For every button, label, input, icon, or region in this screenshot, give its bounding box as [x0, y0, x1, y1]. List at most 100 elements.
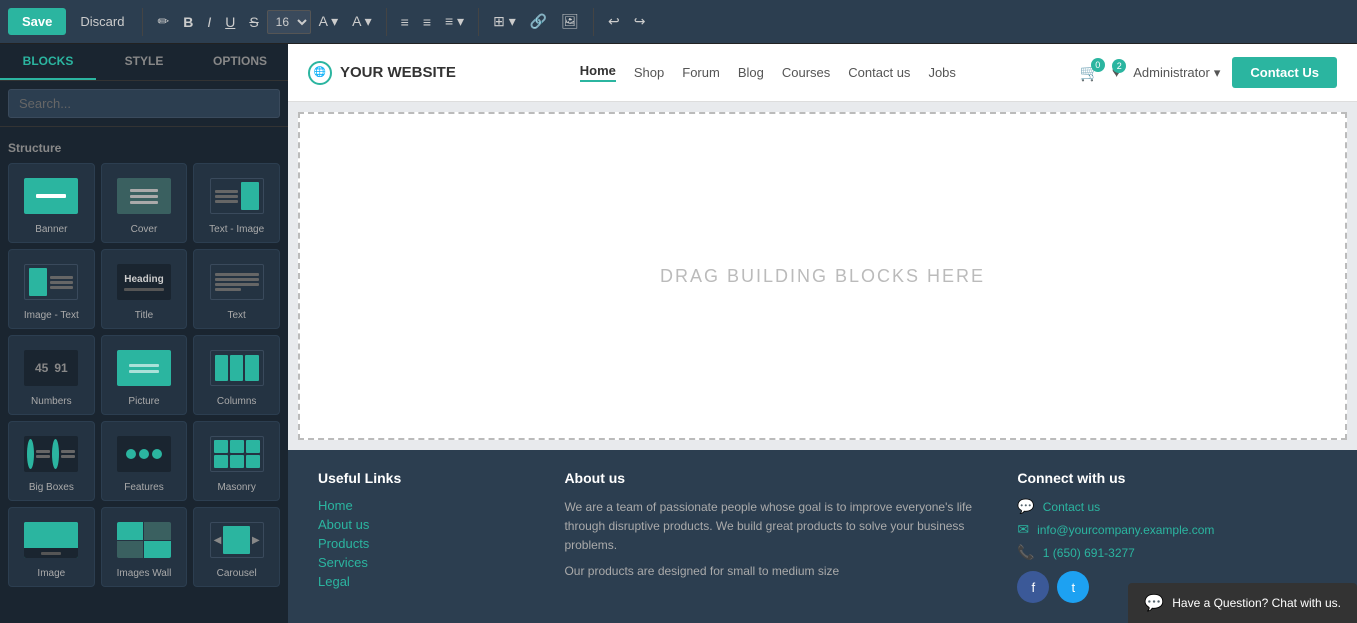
phone-icon: 📞: [1017, 544, 1034, 561]
tab-options[interactable]: OPTIONS: [192, 44, 288, 80]
text-color-btn[interactable]: A ▾: [346, 9, 377, 34]
block-carousel[interactable]: ◀ ▶ Carousel: [193, 507, 280, 587]
bb1: [27, 439, 34, 469]
block-label-masonry: Masonry: [217, 482, 255, 494]
nav-blog[interactable]: Blog: [738, 65, 764, 80]
discard-button[interactable]: Discard: [70, 8, 134, 35]
save-button[interactable]: Save: [8, 8, 66, 35]
chat-widget[interactable]: 💬 Have a Question? Chat with us.: [1128, 583, 1357, 623]
mc4: [214, 455, 228, 468]
sidebar-tabs: BLOCKS STYLE OPTIONS: [0, 44, 288, 81]
block-features[interactable]: Features: [101, 421, 188, 501]
toolbar-divider: [142, 8, 143, 36]
undo-btn[interactable]: ↩: [602, 9, 626, 34]
block-label-features: Features: [124, 482, 163, 494]
tl1: [215, 273, 259, 276]
block-text-image[interactable]: Text - Image: [193, 163, 280, 243]
text-align-btn[interactable]: ≡ ▾: [439, 9, 470, 34]
format-italic-button[interactable]: I: [201, 10, 217, 34]
block-image-text[interactable]: Image - Text: [8, 249, 95, 329]
font-size-select[interactable]: 16: [267, 10, 311, 34]
redo-btn[interactable]: ↪: [628, 9, 652, 34]
block-numbers[interactable]: 45 91 Numbers: [8, 335, 95, 415]
connect-contact-label[interactable]: Contact us: [1043, 500, 1100, 514]
nav-jobs[interactable]: Jobs: [928, 65, 955, 80]
cover-preview-shape: [117, 178, 171, 214]
block-label-numbers: Numbers: [31, 396, 72, 408]
iwc1: [117, 522, 144, 540]
table-btn[interactable]: ⊞ ▾: [487, 9, 522, 34]
drop-zone: DRAG BUILDING BLOCKS HERE: [298, 112, 1347, 440]
twitter-button[interactable]: t: [1057, 571, 1089, 603]
carousel-center: [223, 526, 250, 554]
block-banner[interactable]: Banner: [8, 163, 95, 243]
ordered-list-btn[interactable]: ≡: [417, 10, 437, 34]
nav-forum[interactable]: Forum: [682, 65, 720, 80]
facebook-button[interactable]: f: [1017, 571, 1049, 603]
mc6: [246, 455, 260, 468]
block-images-wall[interactable]: Images Wall: [101, 507, 188, 587]
header-right: 🛒 0 ♥ 2 Administrator ▾ Contact Us: [1080, 57, 1337, 88]
fd2: [139, 449, 149, 459]
block-cover[interactable]: Cover: [101, 163, 188, 243]
font-family-btn[interactable]: A ▾: [313, 9, 344, 34]
drop-zone-text: DRAG BUILDING BLOCKS HERE: [660, 266, 985, 287]
link-btn[interactable]: 🔗: [524, 9, 553, 34]
footer-link-products[interactable]: Products: [318, 536, 524, 551]
block-preview-masonry: [198, 430, 275, 478]
nav-home[interactable]: Home: [580, 63, 616, 82]
bbl2: [36, 455, 50, 458]
table-group: ⊞ ▾ 🔗 🖼: [487, 9, 585, 34]
block-preview-image: [13, 516, 90, 564]
block-columns[interactable]: Columns: [193, 335, 280, 415]
block-preview-big-boxes: [13, 430, 90, 478]
image-btn[interactable]: 🖼: [555, 9, 585, 34]
format-underline-button[interactable]: U: [219, 10, 241, 34]
connect-phone: 📞 1 (650) 691-3277: [1017, 544, 1327, 561]
block-masonry[interactable]: Masonry: [193, 421, 280, 501]
block-picture[interactable]: Picture: [101, 335, 188, 415]
block-text[interactable]: Text: [193, 249, 280, 329]
block-label-text: Text: [227, 310, 245, 322]
unordered-list-btn[interactable]: ≡: [395, 10, 415, 34]
block-preview-numbers: 45 91: [13, 344, 90, 392]
block-big-boxes[interactable]: Big Boxes: [8, 421, 95, 501]
text-image-imgbox: [241, 182, 259, 210]
pl1: [129, 364, 159, 367]
footer-link-home[interactable]: Home: [318, 498, 524, 513]
carousel-left-arrow: ◀: [214, 535, 222, 546]
nav-contact-us[interactable]: Contact us: [848, 65, 910, 80]
block-image[interactable]: Image: [8, 507, 95, 587]
connect-contact-us: 💬 Contact us: [1017, 498, 1327, 515]
format-pen-icon[interactable]: ✏: [151, 9, 175, 34]
block-title[interactable]: Heading Title: [101, 249, 188, 329]
format-strikethrough-button[interactable]: S: [243, 10, 264, 34]
cart-button[interactable]: 🛒 0: [1080, 63, 1100, 83]
col1: [215, 355, 228, 381]
connect-phone-label: 1 (650) 691-3277: [1043, 546, 1135, 560]
admin-button[interactable]: Administrator ▾: [1133, 65, 1220, 81]
footer-link-legal[interactable]: Legal: [318, 574, 524, 589]
block-label-columns: Columns: [217, 396, 256, 408]
nav-courses[interactable]: Courses: [782, 65, 830, 80]
admin-chevron-icon: ▾: [1214, 65, 1221, 81]
bigboxes-shape: [24, 436, 78, 472]
toolbar: Save Discard ✏ B I U S 16 A ▾ A ▾ ≡ ≡ ≡ …: [0, 0, 1357, 44]
block-label-image: Image: [37, 568, 65, 580]
email-icon: ✉: [1017, 521, 1029, 538]
line3: [215, 200, 238, 203]
tab-blocks[interactable]: BLOCKS: [0, 44, 96, 80]
logo-globe-icon: 🌐: [314, 67, 326, 78]
content-area: 🌐 YOUR WEBSITE Home Shop Forum Blog Cour…: [288, 44, 1357, 623]
footer-link-about[interactable]: About us: [318, 517, 524, 532]
contact-us-button[interactable]: Contact Us: [1232, 57, 1337, 88]
block-preview-cover: [106, 172, 183, 220]
block-preview-carousel: ◀ ▶: [198, 516, 275, 564]
wishlist-button[interactable]: ♥ 2: [1112, 64, 1122, 82]
tab-style[interactable]: STYLE: [96, 44, 192, 80]
search-input[interactable]: [8, 89, 280, 118]
footer-link-services[interactable]: Services: [318, 555, 524, 570]
main-layout: BLOCKS STYLE OPTIONS Structure Banner: [0, 44, 1357, 623]
format-bold-button[interactable]: B: [177, 10, 199, 34]
nav-shop[interactable]: Shop: [634, 65, 664, 80]
